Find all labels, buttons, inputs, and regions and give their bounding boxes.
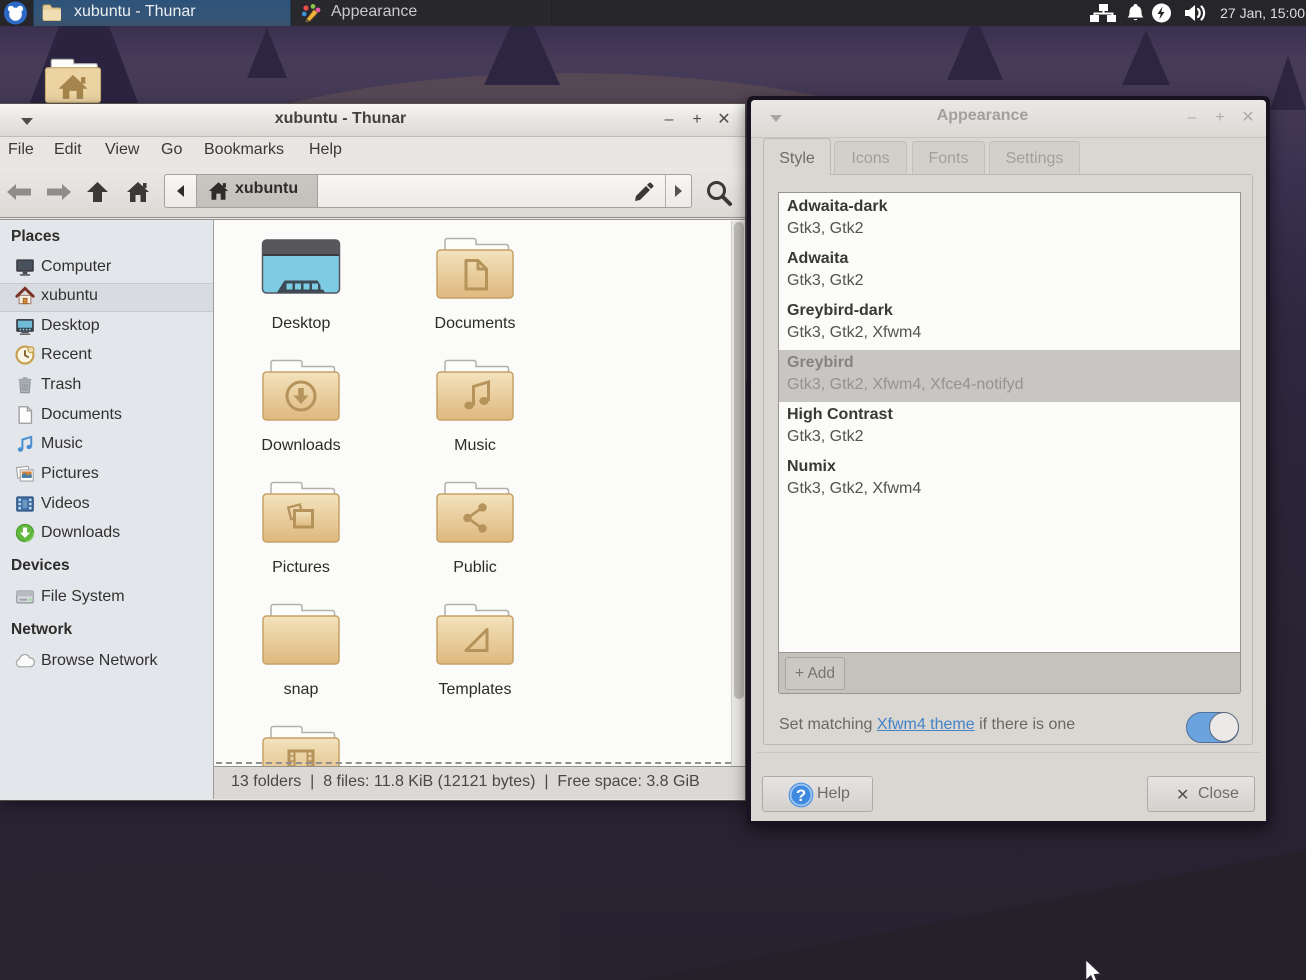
- svg-text:?: ?: [796, 786, 806, 805]
